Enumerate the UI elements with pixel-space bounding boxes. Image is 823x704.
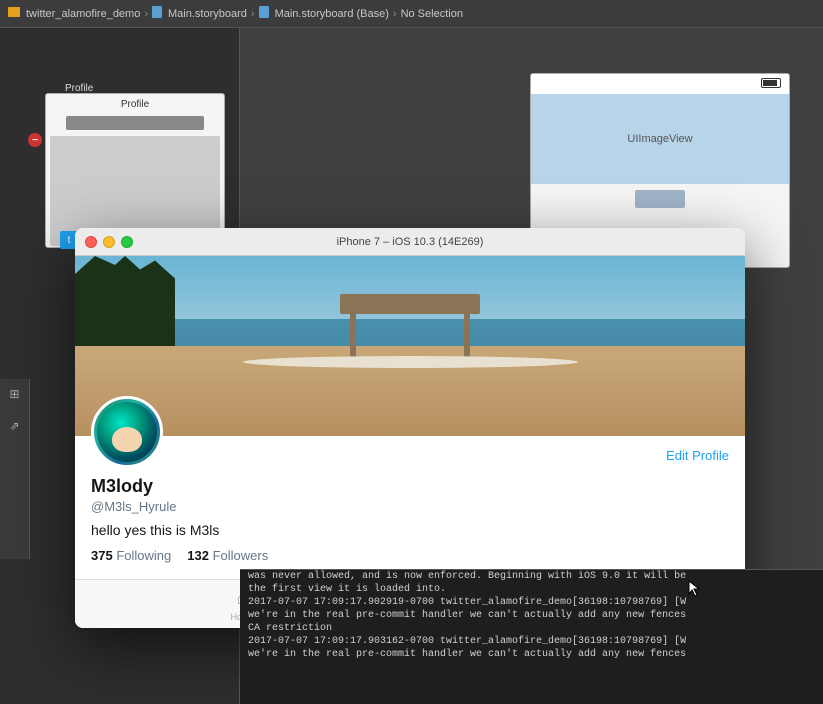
simulator-window: iPhone 7 – iOS 10.3 (14E269) <box>75 228 745 628</box>
followers-count: 132 <box>187 548 209 563</box>
console-line-6: 2017-07-07 17:09:17.903162-0700 twitter_… <box>240 635 823 648</box>
hero-pavilion <box>340 294 480 364</box>
scene-image-area: UIImageView <box>531 94 789 184</box>
left-icons-panel: ⊞ ⇗ <box>0 379 30 559</box>
profile-name: M3lody <box>91 476 729 497</box>
breadcrumb-storyboard[interactable]: Main.storyboard <box>168 8 247 20</box>
following-stat: 375 Following <box>91 548 171 563</box>
maximize-button[interactable] <box>121 236 133 248</box>
file-icon-storyboard <box>152 6 164 21</box>
console-line-3: 2017-07-07 17:09:17.902919-0700 twitter_… <box>240 596 823 609</box>
hero-platform <box>243 356 578 368</box>
simulator-titlebar: iPhone 7 – iOS 10.3 (14E269) <box>75 228 745 256</box>
red-minus-button[interactable]: − <box>28 133 42 147</box>
console-line-5: CA restriction <box>240 622 823 635</box>
profile-scene-box[interactable]: Profile <box>45 93 225 248</box>
console-line-1: was never allowed, and is now enforced. … <box>240 570 823 583</box>
inspector-icon[interactable]: ⊞ <box>7 387 23 403</box>
small-rect <box>635 190 685 208</box>
close-button[interactable] <box>85 236 97 248</box>
uiimageview-label: UIImageView <box>627 133 692 145</box>
avatar-container <box>91 396 163 468</box>
console-line-4: we're in the real pre-commit handler we … <box>240 609 823 622</box>
breadcrumb-selection: No Selection <box>401 8 463 20</box>
breadcrumb-project[interactable]: twitter_alamofire_demo <box>26 8 140 20</box>
pavilion-roof <box>340 294 480 314</box>
iphone-status-bar <box>531 74 789 94</box>
breadcrumb-storyboard-base[interactable]: Main.storyboard (Base) <box>275 8 389 20</box>
scene-bar <box>66 116 204 130</box>
avatar-face <box>112 427 142 452</box>
avatar-hair <box>97 402 157 462</box>
breadcrumb-bar: twitter_alamofire_demo › Main.storyboard… <box>0 0 823 28</box>
hero-vegetation <box>75 256 175 346</box>
battery-icon <box>761 78 781 88</box>
edit-profile-button[interactable]: Edit Profile <box>666 448 729 463</box>
avatar-and-edit-row: Edit Profile <box>91 436 729 468</box>
folder-icon-project <box>8 7 22 20</box>
console-line-7: we're in the real pre-commit handler we … <box>240 648 823 661</box>
profile-section: Edit Profile M3lody @M3ls_Hyrule hello y… <box>75 436 745 563</box>
traffic-lights <box>85 236 133 248</box>
console-area: was never allowed, and is now enforced. … <box>240 569 823 704</box>
minimize-button[interactable] <box>103 236 115 248</box>
avatar <box>91 396 163 468</box>
file-icon-storyboard-base <box>259 6 271 21</box>
followers-label: Followers <box>213 548 269 563</box>
followers-stat: 132 Followers <box>187 548 268 563</box>
profile-bio: hello yes this is M3ls <box>91 522 729 538</box>
simulator-title: iPhone 7 – iOS 10.3 (14E269) <box>337 236 484 248</box>
profile-stats: 375 Following 132 Followers <box>91 548 729 563</box>
profile-handle: @M3ls_Hyrule <box>91 499 729 514</box>
hero-image <box>75 256 745 436</box>
console-line-2: the first view it is loaded into. <box>240 583 823 596</box>
arrow-icon[interactable]: ⇗ <box>7 419 23 435</box>
following-count: 375 <box>91 548 113 563</box>
following-label: Following <box>116 548 171 563</box>
scene-inner-label: Profile <box>46 94 224 110</box>
